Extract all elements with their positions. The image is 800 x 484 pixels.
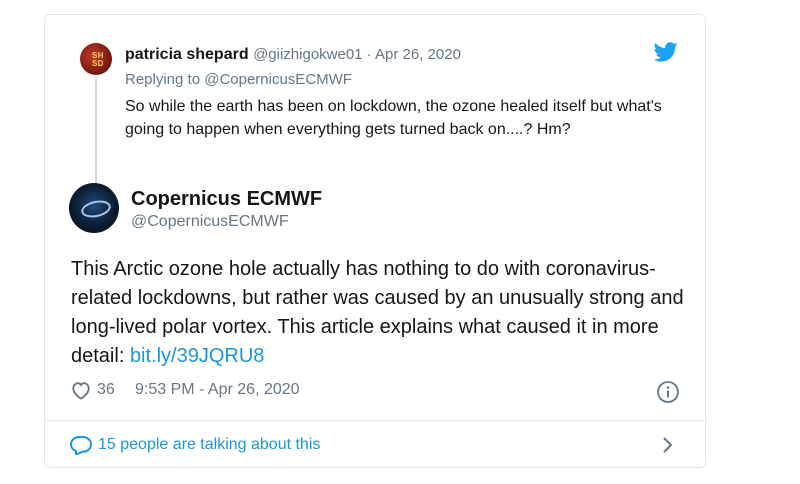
embedded-tweet-card: SH SD patricia shepard @giizhigokwe01 · … [44,14,706,468]
conversation-link[interactable]: 15 people are talking about this [98,436,320,454]
footer-divider [45,420,705,421]
reply-header: patricia shepard @giizhigokwe01 · Apr 26… [125,46,461,64]
reply-text: So while the earth has been on lockdown,… [125,98,662,138]
thread-line [95,79,97,185]
avatar-logo [79,198,113,220]
main-tweet-text: This Arctic ozone hole actually has noth… [71,255,691,371]
reply-avatar[interactable]: SH SD [80,43,112,75]
like-count[interactable]: 36 [97,381,115,399]
reply-avatar-text: SH SD [92,51,104,68]
reply-author-handle[interactable]: @giizhigokwe01 [253,46,362,63]
twitter-bird-icon[interactable] [654,42,678,62]
main-author-handle[interactable]: @CopernicusECMWF [131,213,289,231]
replying-to[interactable]: Replying to @CopernicusECMWF [125,71,352,88]
heart-icon[interactable] [70,380,92,400]
reply-separator: · [362,46,376,63]
speech-bubble-icon[interactable] [70,435,92,455]
info-icon[interactable] [656,380,680,404]
chevron-right-icon[interactable] [661,435,675,455]
reply-date[interactable]: Apr 26, 2020 [375,46,461,63]
reply-author-name[interactable]: patricia shepard [125,46,249,63]
main-author-name[interactable]: Copernicus ECMWF [131,188,322,211]
article-link[interactable]: bit.ly/39JQRU8 [130,345,265,367]
tweet-timestamp[interactable]: 9:53 PM - Apr 26, 2020 [135,381,300,399]
main-avatar[interactable] [69,183,119,233]
